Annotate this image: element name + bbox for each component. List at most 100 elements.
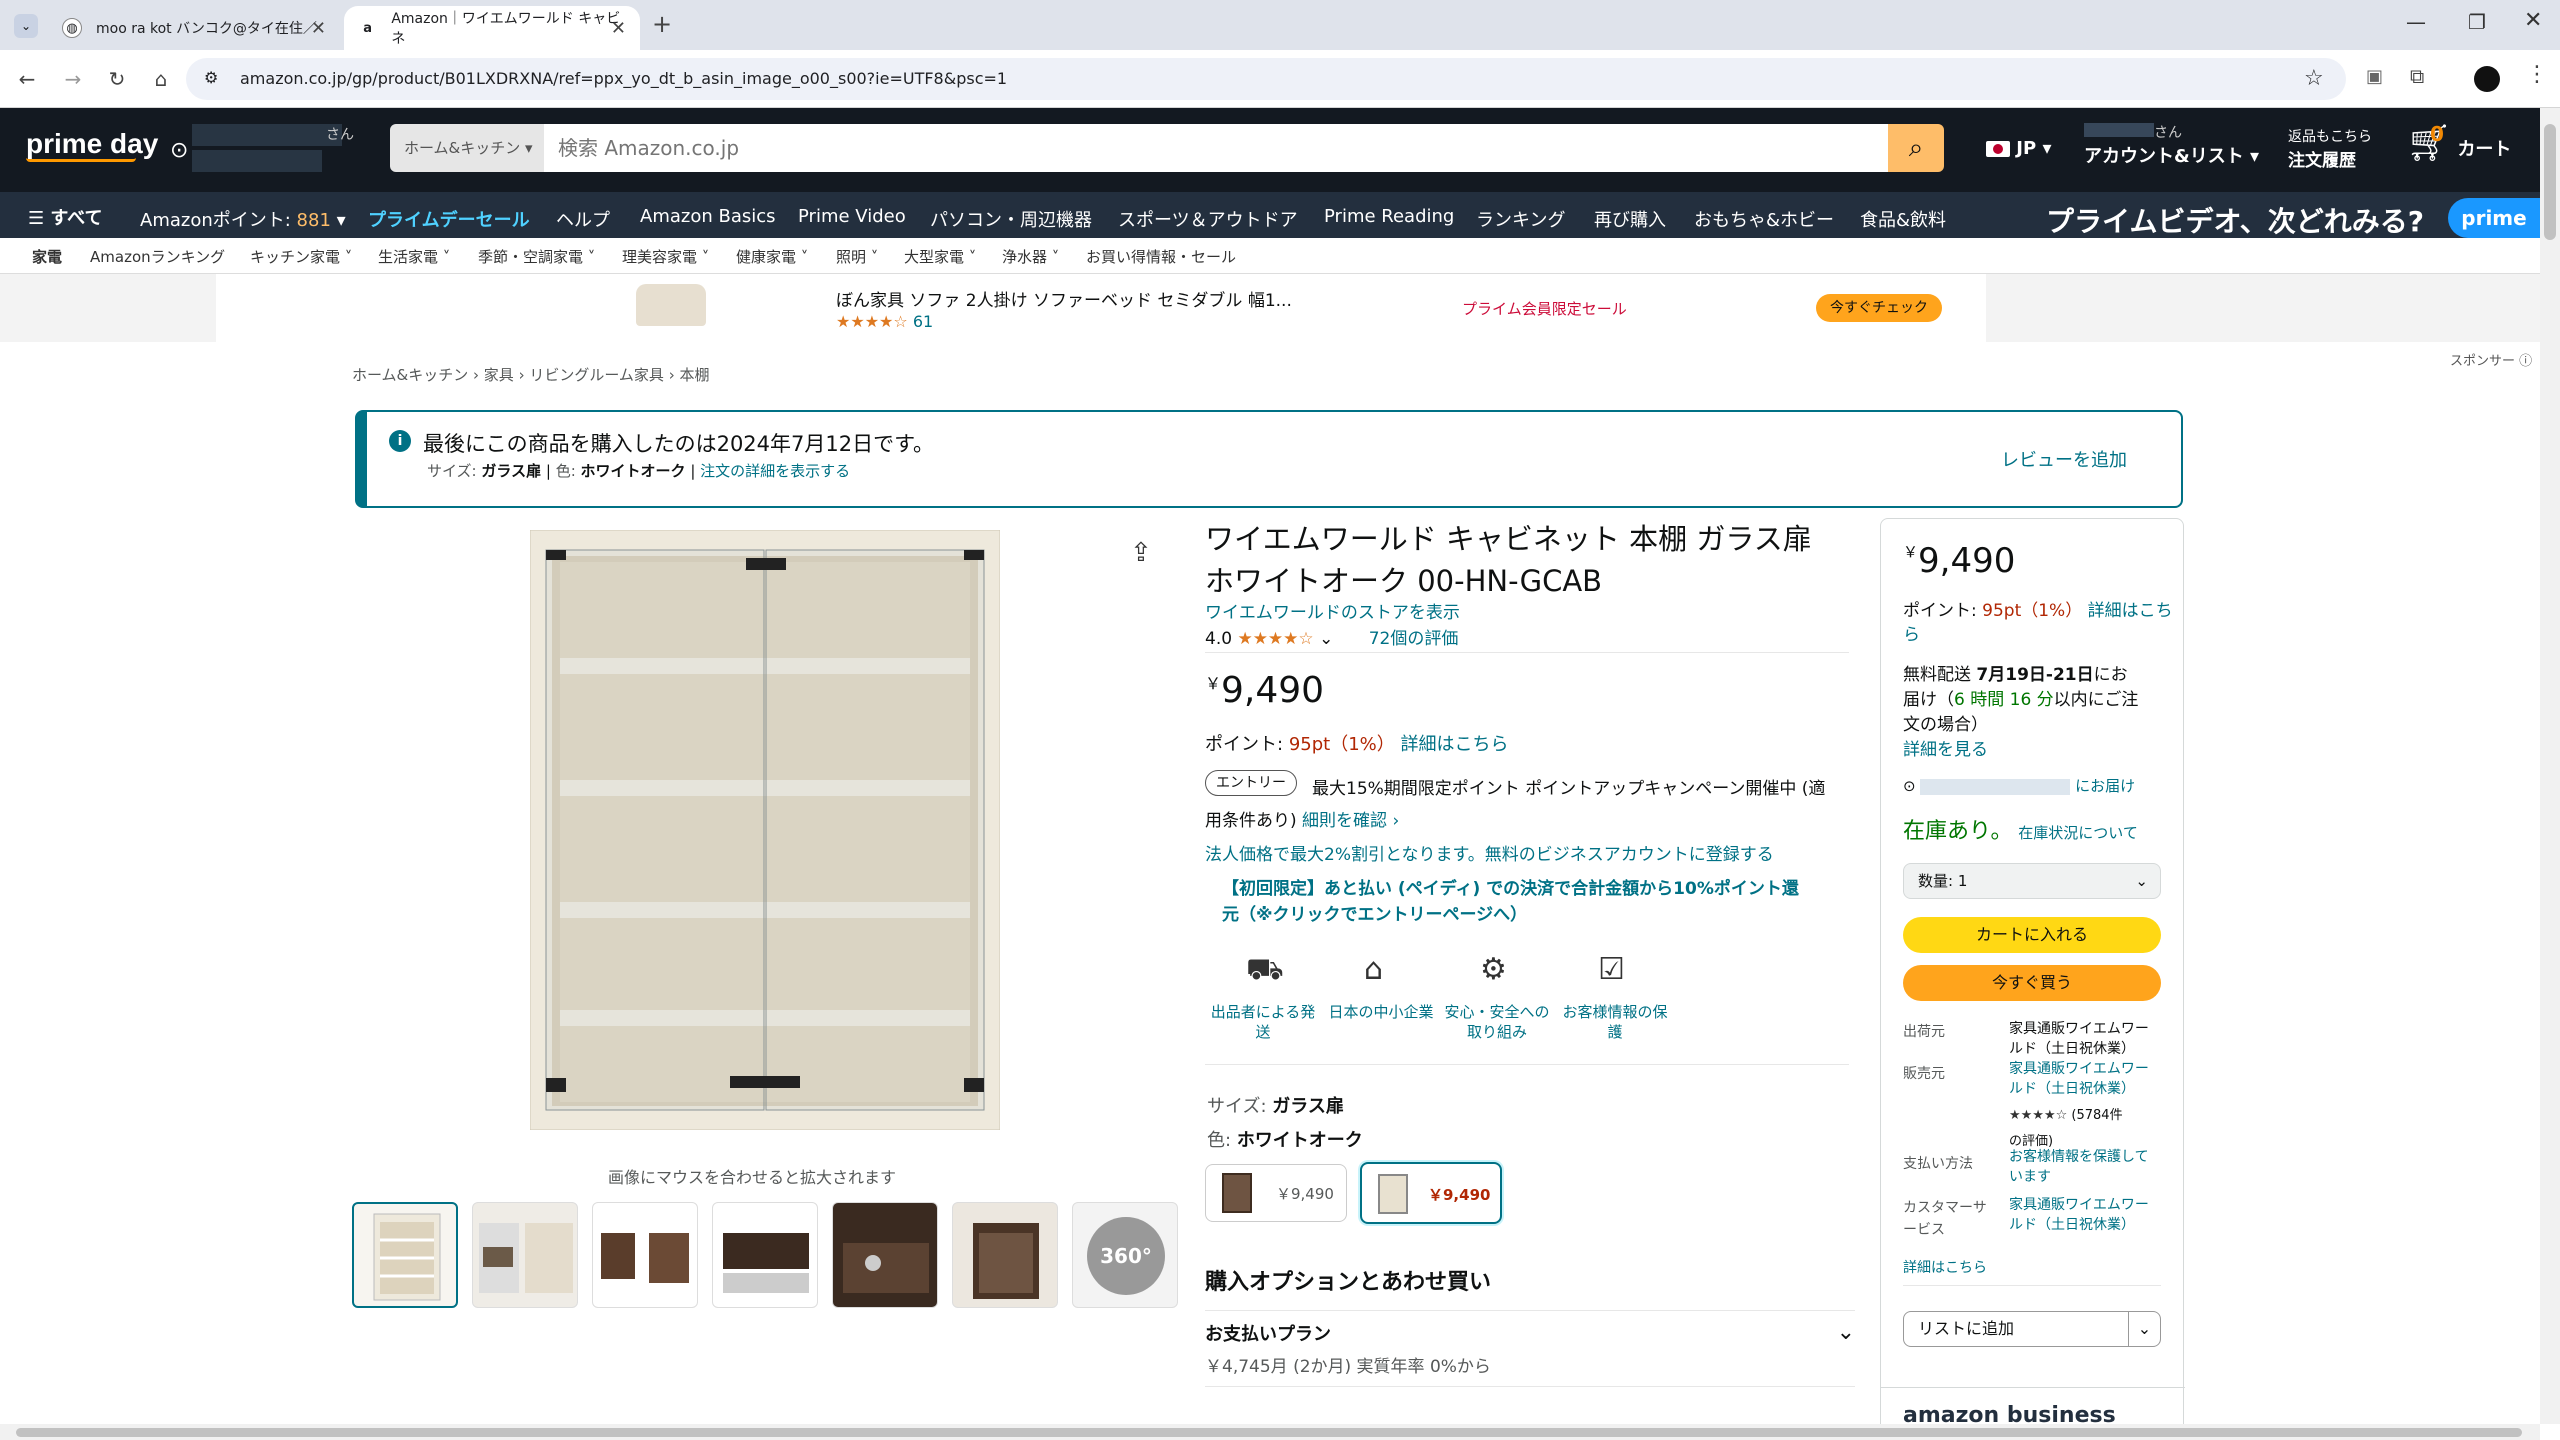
chevron-down-icon[interactable]: ⌄ [1319, 629, 1333, 649]
extensions-icon[interactable]: ⧉ [2410, 64, 2424, 88]
thumbnail-360[interactable]: 360° [1072, 1202, 1178, 1308]
search-button[interactable]: ⌕ [1888, 124, 1944, 172]
subnav-item[interactable]: 健康家電 ˅ [736, 246, 808, 267]
subnav-item[interactable]: 理美容家電 ˅ [622, 246, 709, 267]
subnav-item[interactable]: お買い得情報・セール [1086, 246, 1236, 267]
seller-link[interactable]: 家具通販ワイエムワー ルド（土日祝休業） [2009, 1059, 2149, 1099]
promo-title[interactable]: ぼん家具 ソファ 2人掛け ソファーベッド セミダブル 幅1... [836, 286, 1292, 311]
reload-icon[interactable]: ↻ [100, 62, 134, 96]
subnav-item[interactable]: キッチン家電 ˅ [250, 246, 352, 267]
nav-item-prime-video[interactable]: Prime Video [798, 206, 906, 227]
nav-item-prime-day[interactable]: プライムデーセール [368, 206, 530, 232]
search-input[interactable] [544, 124, 1888, 172]
nav-item-pc[interactable]: パソコン・周辺機器 [930, 206, 1092, 232]
share-icon[interactable]: ⇪ [1130, 538, 1152, 568]
profile-avatar[interactable] [2474, 66, 2500, 92]
language-selector[interactable]: JP ▾ [1986, 138, 2051, 159]
nav-item-sports[interactable]: スポーツ＆アウトドア [1118, 206, 1298, 232]
cs-link[interactable]: 家具通販ワイエムワー ルド（土日祝休業） [2009, 1195, 2149, 1235]
subnav-item[interactable]: 大型家電 ˅ [904, 246, 976, 267]
amazon-logo[interactable]: prime day [26, 128, 158, 162]
color-swatch-white-oak[interactable]: ￥9,490 [1360, 1162, 1502, 1224]
vertical-scrollbar-track[interactable] [2540, 108, 2560, 1424]
subnav-item[interactable]: 季節・空調家電 ˅ [478, 246, 595, 267]
nav-item-buy-again[interactable]: 再び購入 [1594, 206, 1666, 232]
chevron-down-icon[interactable]: ⌄ [2128, 1312, 2160, 1346]
minimize-icon[interactable]: — [2406, 10, 2426, 34]
thumbnail-3[interactable] [592, 1202, 698, 1308]
browser-tab-2[interactable]: a Amazon｜ワイエムワールド キャビネ ✕ [344, 6, 640, 50]
campaign-terms-link[interactable]: 細則を確認 › [1302, 811, 1399, 831]
points-link[interactable]: Amazonポイント: 881 ▾ [140, 206, 346, 232]
delivery-details-link[interactable]: 詳細を見る [1903, 740, 1988, 760]
stock-info-link[interactable]: 在庫状況について [2018, 824, 2138, 842]
thumbnail-6[interactable] [952, 1202, 1058, 1308]
feature-label[interactable]: 出品者による発送 [1204, 1002, 1322, 1043]
paidy-link[interactable]: 【初回限定】あと払い (ペイディ) での決済で合計金額から10%ポイント還 元（… [1222, 876, 1799, 928]
subnav-item[interactable]: 家電 [32, 246, 62, 267]
orders-link[interactable]: 返品もこちら 注文履歴 [2288, 126, 2372, 171]
quantity-select[interactable]: 数量: 1 ⌄ [1903, 863, 2161, 899]
entry-badge[interactable]: エントリー [1205, 770, 1297, 796]
breadcrumb-item[interactable]: 本棚 [679, 366, 709, 384]
deliver-address[interactable] [192, 150, 322, 172]
subnav-item[interactable]: 浄水器 ˅ [1002, 246, 1059, 267]
sponsored-card[interactable]: ぼん家具 ソファ 2人掛け ソファーベッド セミダブル 幅1... ★★★★☆ … [216, 274, 1986, 342]
breadcrumb-item[interactable]: リビングルーム家具 [529, 366, 664, 384]
browser-tab-1[interactable]: ◍ moo ra kot バンコク@タイ在住／ ✕ [48, 6, 340, 50]
nav-item-amazon-basics[interactable]: Amazon Basics [640, 206, 776, 227]
thumbnail-5[interactable] [832, 1202, 938, 1308]
feature-label[interactable]: お客様情報の保護 [1556, 1002, 1674, 1043]
points-details-link[interactable]: 詳細はこちら [1401, 734, 1509, 755]
menu-kebab-icon[interactable]: ⋮ [2526, 62, 2548, 87]
chevron-down-icon[interactable]: ⌄ [1837, 1320, 1855, 1345]
close-window-icon[interactable]: ✕ [2524, 8, 2542, 33]
account-menu[interactable]: さん アカウント&リスト ▾ [2084, 122, 2259, 168]
payment-link[interactable]: お客様情報を保護して います [2009, 1147, 2149, 1187]
info-icon[interactable]: ⓘ [2519, 354, 2532, 369]
site-info-icon[interactable]: ⚙ [204, 68, 218, 87]
location-pin-icon[interactable]: ⊙ [170, 138, 188, 163]
breadcrumb-item[interactable]: 家具 [484, 366, 514, 384]
home-icon[interactable]: ⌂ [144, 62, 178, 96]
subnav-item[interactable]: Amazonランキング [90, 246, 225, 267]
deliver-to-row[interactable]: ⊙ にお届け [1903, 775, 2135, 796]
bookmark-star-icon[interactable]: ☆ [2304, 66, 2324, 91]
nav-item-food[interactable]: 食品&飲料 [1860, 206, 1946, 232]
breadcrumb-item[interactable]: ホーム&キッチン [352, 366, 468, 384]
new-tab-icon[interactable]: + [652, 10, 672, 38]
add-review-link[interactable]: レビューを追加 [2001, 446, 2127, 472]
cast-icon[interactable]: ▣ [2366, 66, 2383, 87]
address-bar[interactable]: ⚙ amazon.co.jp/gp/product/B01LXDRXNA/ref… [186, 58, 2346, 100]
forward-icon[interactable]: → [56, 62, 90, 96]
order-details-link[interactable]: 注文の詳細を表示する [700, 462, 850, 480]
payment-plan-row[interactable]: お支払いプラン ￥4,745月 (2か月) 実質年率 0%から ⌄ [1205, 1320, 1855, 1377]
search-category-select[interactable]: ホーム&キッチン ▾ [390, 124, 544, 172]
thumbnail-1[interactable] [352, 1202, 458, 1308]
thumbnail-4[interactable] [712, 1202, 818, 1308]
feature-label[interactable]: 日本の中小企業 [1322, 1002, 1440, 1022]
vertical-scrollbar-thumb[interactable] [2544, 124, 2556, 240]
promo-cta-button[interactable]: 今すぐチェック [1816, 294, 1942, 322]
subnav-item[interactable]: 生活家電 ˅ [378, 246, 450, 267]
thumbnail-2[interactable] [472, 1202, 578, 1308]
rating-stars[interactable]: ★★★★☆ [1237, 629, 1313, 649]
nav-item-help[interactable]: ヘルプ [556, 206, 610, 232]
tab-list-icon[interactable]: ⌄ [14, 14, 38, 38]
store-link[interactable]: ワイエムワールドのストアを表示 [1205, 598, 1460, 623]
add-to-list-button[interactable]: リストに追加 ⌄ [1903, 1311, 2161, 1347]
add-to-cart-button[interactable]: カートに入れる [1903, 917, 2161, 953]
more-details-link[interactable]: 詳細はこちら [1903, 1257, 1987, 1277]
prime-video-banner[interactable]: プライムビデオ、次どれみる? [2046, 200, 2424, 240]
subnav-item[interactable]: 照明 ˅ [836, 246, 878, 267]
horizontal-scrollbar-thumb[interactable] [16, 1428, 2522, 1437]
cart-link[interactable]: 🛒︎ 0 カート [2406, 122, 2511, 164]
back-icon[interactable]: ← [10, 62, 44, 96]
buy-now-button[interactable]: 今すぐ買う [1903, 965, 2161, 1001]
main-product-image[interactable] [529, 529, 1001, 1131]
close-tab-icon[interactable]: ✕ [611, 18, 626, 39]
color-swatch-brown[interactable]: ￥9,490 [1205, 1164, 1347, 1222]
close-tab-icon[interactable]: ✕ [311, 18, 326, 39]
nav-item-ranking[interactable]: ランキング [1476, 206, 1565, 232]
deliver-to-name[interactable] [192, 124, 342, 146]
